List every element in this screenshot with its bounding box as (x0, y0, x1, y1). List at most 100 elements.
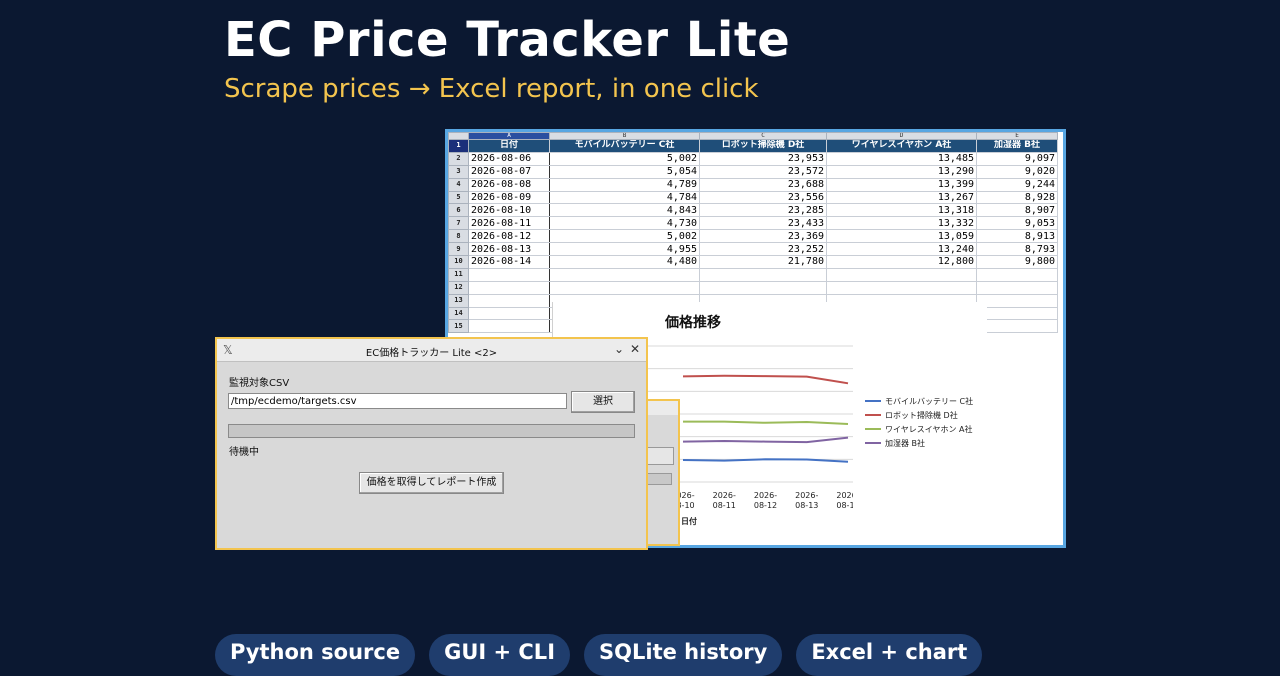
table-cell[interactable]: 9,020 (976, 164, 1058, 179)
table-cell[interactable]: 13,399 (826, 177, 977, 192)
table-cell[interactable]: 4,730 (549, 216, 700, 231)
table-cell[interactable] (826, 267, 977, 282)
row-number[interactable]: 7 (448, 216, 469, 231)
csv-label: 監視対象CSV (229, 378, 290, 389)
column-header[interactable]: ワイヤレスイヤホン A社 (826, 139, 977, 153)
row-number[interactable]: 11 (448, 267, 469, 282)
series-line (683, 420, 849, 425)
table-cell[interactable] (976, 267, 1058, 282)
table-cell[interactable]: 2026-08-08 (468, 177, 550, 192)
table-cell[interactable] (699, 267, 827, 282)
row-number[interactable]: 12 (448, 280, 469, 295)
table-cell[interactable]: 2026-08-06 (468, 151, 550, 166)
table-cell[interactable]: 23,252 (699, 242, 827, 257)
row-number[interactable]: 15 (448, 319, 469, 334)
row-number[interactable]: 1 (448, 139, 469, 153)
row-number[interactable]: 13 (448, 293, 469, 308)
table-cell[interactable] (468, 267, 550, 282)
table-cell[interactable]: 9,097 (976, 151, 1058, 166)
chevron-down-icon[interactable]: ⌄ (614, 342, 624, 356)
column-letter[interactable]: C (699, 132, 827, 140)
table-cell[interactable]: 9,244 (976, 177, 1058, 192)
table-cell[interactable]: 2026-08-11 (468, 216, 550, 231)
table-cell[interactable]: 5,002 (549, 151, 700, 166)
chart-legend: モバイルバッテリー C社 ロボット掃除機 D社 ワイヤレスイヤホン A社 加湿器 B社 (865, 394, 973, 450)
table-cell[interactable]: 13,267 (826, 190, 977, 205)
table-cell[interactable]: 4,843 (549, 203, 700, 218)
close-icon[interactable]: ✕ (630, 342, 640, 356)
table-cell[interactable]: 13,332 (826, 216, 977, 231)
table-cell[interactable]: 5,054 (549, 164, 700, 179)
table-cell[interactable]: 13,318 (826, 203, 977, 218)
table-cell[interactable] (826, 280, 977, 295)
table-cell[interactable]: 13,485 (826, 151, 977, 166)
table-cell[interactable]: 23,688 (699, 177, 827, 192)
table-cell[interactable]: 2026-08-07 (468, 164, 550, 179)
row-number[interactable]: 10 (448, 255, 469, 269)
row-number[interactable]: 3 (448, 164, 469, 179)
row-number[interactable]: 6 (448, 203, 469, 218)
row-number[interactable]: 4 (448, 177, 469, 192)
table-cell[interactable]: 4,789 (549, 177, 700, 192)
table-cell[interactable]: 13,240 (826, 242, 977, 257)
table-cell[interactable]: 13,290 (826, 164, 977, 179)
select-file-button[interactable]: 選択 (571, 391, 635, 413)
row-number[interactable]: 14 (448, 306, 469, 321)
fetch-and-report-button[interactable]: 価格を取得してレポート作成 (359, 472, 504, 494)
table-cell[interactable] (468, 319, 550, 334)
column-letter[interactable]: D (826, 132, 977, 140)
row-number[interactable]: 2 (448, 151, 469, 166)
background-dialog-button[interactable] (646, 447, 674, 465)
table-cell[interactable]: 2026-08-13 (468, 242, 550, 257)
table-cell[interactable] (468, 306, 550, 321)
table-cell[interactable] (976, 306, 1058, 321)
column-letter[interactable]: B (549, 132, 700, 140)
table-cell[interactable]: 2026-08-14 (468, 255, 550, 269)
column-header[interactable]: 日付 (468, 139, 550, 153)
table-cell[interactable]: 5,002 (549, 229, 700, 244)
table-cell[interactable]: 2026-08-09 (468, 190, 550, 205)
table-cell[interactable] (468, 280, 550, 295)
column-header[interactable]: モバイルバッテリー C社 (549, 139, 700, 153)
table-cell[interactable]: 8,928 (976, 190, 1058, 205)
table-cell[interactable] (468, 293, 550, 308)
table-cell[interactable]: 4,480 (549, 255, 700, 269)
table-cell[interactable]: 23,572 (699, 164, 827, 179)
table-cell[interactable]: 2026-08-12 (468, 229, 550, 244)
table-cell[interactable]: 9,053 (976, 216, 1058, 231)
dialog-titlebar[interactable]: 𝕏 EC価格トラッカー Lite <2> ⌄ ✕ (217, 339, 646, 362)
table-cell[interactable]: 13,059 (826, 229, 977, 244)
csv-path-input[interactable] (228, 393, 567, 409)
table-cell[interactable] (976, 293, 1058, 308)
table-cell[interactable]: 21,780 (699, 255, 827, 269)
table-cell[interactable] (549, 267, 700, 282)
x-axis-label: 日付 (681, 516, 697, 526)
column-letter[interactable]: A (468, 132, 550, 140)
table-cell[interactable]: 12,800 (826, 255, 977, 269)
row-number[interactable]: 5 (448, 190, 469, 205)
table-cell[interactable]: 4,784 (549, 190, 700, 205)
table-cell[interactable]: 23,433 (699, 216, 827, 231)
column-header[interactable]: ロボット掃除機 D社 (699, 139, 827, 153)
table-cell[interactable]: 8,907 (976, 203, 1058, 218)
table-cell[interactable] (976, 319, 1058, 334)
table-cell[interactable] (699, 280, 827, 295)
table-cell[interactable]: 8,913 (976, 229, 1058, 244)
table-cell[interactable]: 4,955 (549, 242, 700, 257)
table-cell[interactable]: 23,556 (699, 190, 827, 205)
corner-cell[interactable] (448, 132, 469, 140)
table-cell[interactable]: 8,793 (976, 242, 1058, 257)
row-number[interactable]: 9 (448, 242, 469, 257)
table-cell[interactable] (549, 280, 700, 295)
table-cell[interactable]: 9,800 (976, 255, 1058, 269)
column-header[interactable]: 加湿器 B社 (976, 139, 1058, 153)
column-letter[interactable]: E (976, 132, 1058, 140)
background-dialog-progress (646, 473, 672, 485)
table-cell[interactable] (976, 280, 1058, 295)
table-cell[interactable]: 23,369 (699, 229, 827, 244)
table-cell[interactable]: 23,953 (699, 151, 827, 166)
table-cell[interactable]: 2026-08-10 (468, 203, 550, 218)
row-number[interactable]: 8 (448, 229, 469, 244)
table-cell[interactable]: 23,285 (699, 203, 827, 218)
table-row: 8 2026-08-12 5,002 23,369 13,059 8,913 (448, 229, 1058, 244)
